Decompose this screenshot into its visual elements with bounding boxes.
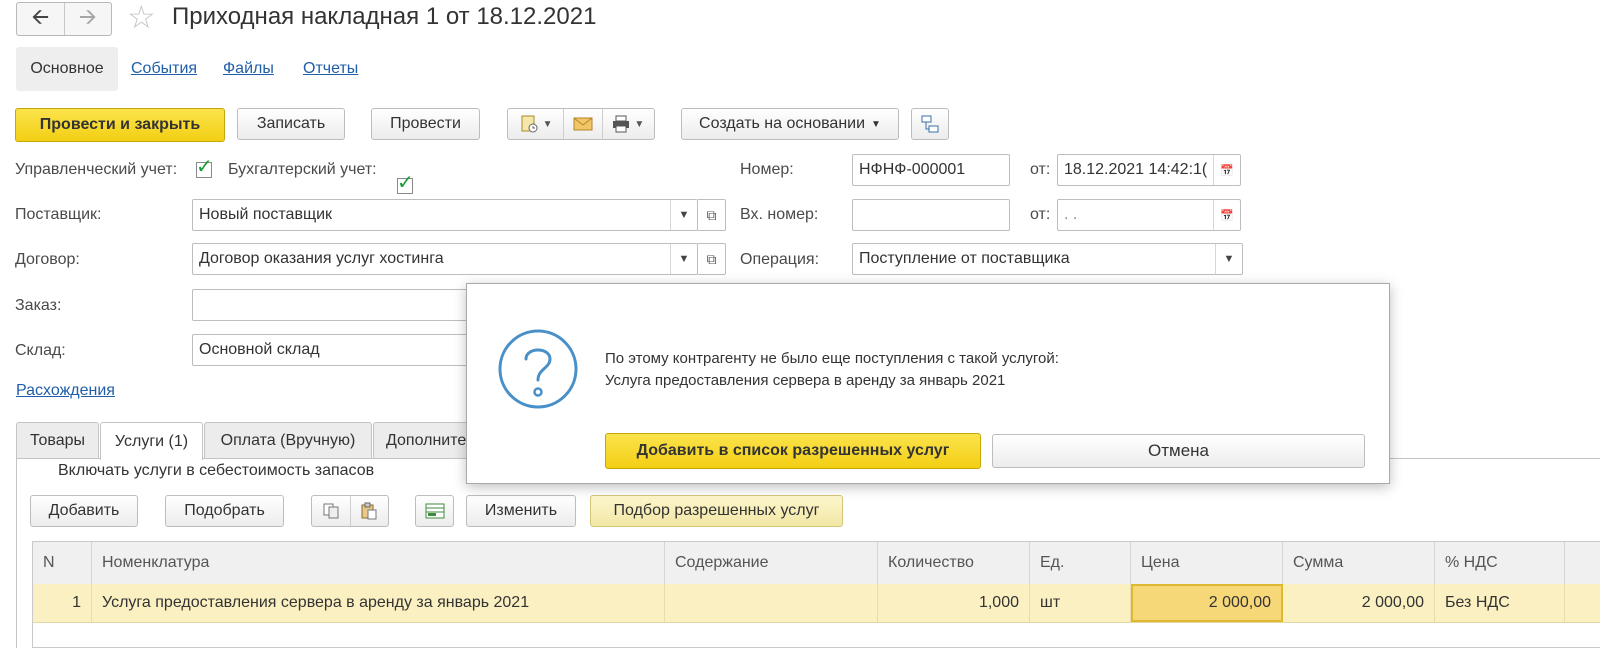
date-value: 18.12.2021 14:42:1( <box>1064 161 1208 178</box>
chevron-down-icon[interactable]: ▼ <box>670 200 697 230</box>
chevron-down-icon[interactable]: ▼ <box>1215 244 1242 274</box>
save-button[interactable]: Записать <box>237 108 345 140</box>
back-arrow-icon[interactable]: 🡨 <box>17 3 64 35</box>
number-label: Номер: <box>740 161 794 178</box>
warehouse-field[interactable]: Основной склад <box>192 334 512 366</box>
cell-quantity[interactable]: 1,000 <box>878 584 1030 622</box>
supplier-value: Новый поставщик <box>199 206 333 223</box>
mgmt-accounting-checkbox[interactable]: ✓ <box>196 157 213 178</box>
services-table: N Номенклатура Содержание Количество Ед.… <box>32 541 1600 648</box>
checkmark-icon: ✓ <box>196 156 213 178</box>
dialog-message-line1: По этому контрагенту не было еще поступл… <box>605 350 1059 367</box>
create-based-on-button[interactable]: Создать на основании ▼ <box>681 108 899 140</box>
create-based-on-label: Создать на основании <box>699 115 866 132</box>
operation-label: Операция: <box>740 251 820 268</box>
paste-icon[interactable] <box>349 496 388 526</box>
table-row[interactable]: 1 Услуга предоставления сервера в аренду… <box>33 584 1600 623</box>
open-window-icon[interactable]: ⧉ <box>698 243 726 275</box>
tab-files[interactable]: Файлы <box>223 60 274 78</box>
cell-unit[interactable]: шт <box>1030 584 1131 622</box>
calendar-icon[interactable]: 📅 <box>1213 200 1240 230</box>
cell-price[interactable]: 2 000,00 <box>1131 584 1283 622</box>
tab-events[interactable]: События <box>131 60 197 78</box>
pick-allowed-services-button[interactable]: Подбор разрешенных услуг <box>590 495 843 527</box>
contract-field[interactable]: Договор оказания услуг хостинга ▼ <box>192 243 698 275</box>
fin-accounting-label: Бухгалтерский учет: <box>228 161 377 178</box>
col-price[interactable]: Цена <box>1131 542 1283 584</box>
number-field[interactable]: НФНФ-000001 <box>852 154 1010 186</box>
operation-select[interactable]: Поступление от поставщика ▼ <box>852 243 1243 275</box>
open-window-icon[interactable]: ⧉ <box>698 199 726 231</box>
contract-label: Договор: <box>15 251 80 268</box>
supplier-label: Поставщик: <box>15 206 102 223</box>
favorite-star-icon[interactable]: ☆ <box>127 0 156 36</box>
fin-accounting-checkbox[interactable]: ✓ <box>397 173 414 194</box>
table-settings-icon[interactable] <box>415 495 454 527</box>
cell-sum[interactable]: 2 000,00 <box>1283 584 1435 622</box>
date-from-label: от: <box>1030 161 1051 178</box>
mgmt-accounting-label: Управленческий учет: <box>15 161 178 178</box>
cell-content[interactable] <box>665 584 878 622</box>
print-icon[interactable]: ▼ <box>601 109 654 139</box>
attach-document-icon[interactable]: ▼ <box>508 109 563 139</box>
table-header: N Номенклатура Содержание Количество Ед.… <box>33 542 1600 585</box>
col-sum[interactable]: Сумма <box>1283 542 1435 584</box>
question-mark-icon <box>498 329 578 409</box>
order-field[interactable] <box>192 289 512 321</box>
forward-arrow-icon[interactable]: 🡪 <box>63 3 112 35</box>
post-and-close-button[interactable]: Провести и закрыть <box>15 108 225 142</box>
structure-icon[interactable] <box>911 108 949 140</box>
incoming-date-from-label: от: <box>1030 206 1051 223</box>
include-cost-label: Включать услуги в себестоимость запасов <box>58 462 375 479</box>
warehouse-label: Склад: <box>15 342 66 359</box>
add-to-allowed-button[interactable]: Добавить в список разрешенных услуг <box>605 433 981 469</box>
chevron-down-icon: ▼ <box>871 118 881 130</box>
col-vat[interactable]: % НДС <box>1435 542 1565 584</box>
col-n[interactable]: N <box>33 542 92 584</box>
tab-payment[interactable]: Оплата (Вручную) <box>204 422 372 458</box>
tab-services[interactable]: Услуги (1) <box>100 422 203 460</box>
checkmark-icon: ✓ <box>397 172 414 194</box>
discrepancies-link[interactable]: Расхождения <box>16 382 115 400</box>
email-envelope-icon[interactable] <box>563 109 601 139</box>
col-content[interactable]: Содержание <box>665 542 878 584</box>
question-dialog: По этому контрагенту не было еще поступл… <box>466 283 1390 484</box>
warehouse-value: Основной склад <box>199 341 320 358</box>
incoming-date-value: . . <box>1064 206 1078 223</box>
post-button[interactable]: Провести <box>371 108 480 140</box>
number-value: НФНФ-000001 <box>859 161 966 178</box>
date-field[interactable]: 18.12.2021 14:42:1( 📅 <box>1057 154 1241 186</box>
dialog-message: По этому контрагенту не было еще поступл… <box>605 348 1059 392</box>
col-unit[interactable]: Ед. <box>1030 542 1131 584</box>
cell-item[interactable]: Услуга предоставления сервера в аренду з… <box>92 584 665 622</box>
supplier-field[interactable]: Новый поставщик ▼ <box>192 199 698 231</box>
clipboard-group <box>311 495 389 527</box>
order-label: Заказ: <box>15 297 62 314</box>
add-button[interactable]: Добавить <box>30 495 138 527</box>
change-button[interactable]: Изменить <box>466 495 576 527</box>
document-actions-group: ▼ ▼ <box>507 108 655 140</box>
dialog-message-line2: Услуга предоставления сервера в аренду з… <box>605 372 1006 389</box>
col-quantity[interactable]: Количество <box>878 542 1030 584</box>
col-item[interactable]: Номенклатура <box>92 542 665 584</box>
tab-goods[interactable]: Товары <box>16 422 99 458</box>
pick-button[interactable]: Подобрать <box>165 495 284 527</box>
incoming-number-label: Вх. номер: <box>740 206 819 223</box>
tab-main[interactable]: Основное <box>16 47 118 91</box>
window-title: Приходная накладная 1 от 18.12.2021 <box>172 3 597 30</box>
cell-n[interactable]: 1 <box>33 584 92 622</box>
history-nav: 🡨 🡪 <box>16 2 112 36</box>
contract-value: Договор оказания услуг хостинга <box>199 250 444 267</box>
calendar-icon[interactable]: 📅 <box>1213 155 1240 185</box>
operation-value: Поступление от поставщика <box>859 250 1070 267</box>
cell-vat[interactable]: Без НДС <box>1435 584 1565 622</box>
cancel-button[interactable]: Отмена <box>992 434 1365 468</box>
tab-reports[interactable]: Отчеты <box>303 60 358 78</box>
incoming-date-field[interactable]: . . 📅 <box>1057 199 1241 231</box>
incoming-number-field[interactable] <box>852 199 1010 231</box>
copy-icon[interactable] <box>312 496 350 526</box>
panel-border <box>16 458 17 648</box>
chevron-down-icon[interactable]: ▼ <box>670 244 697 274</box>
